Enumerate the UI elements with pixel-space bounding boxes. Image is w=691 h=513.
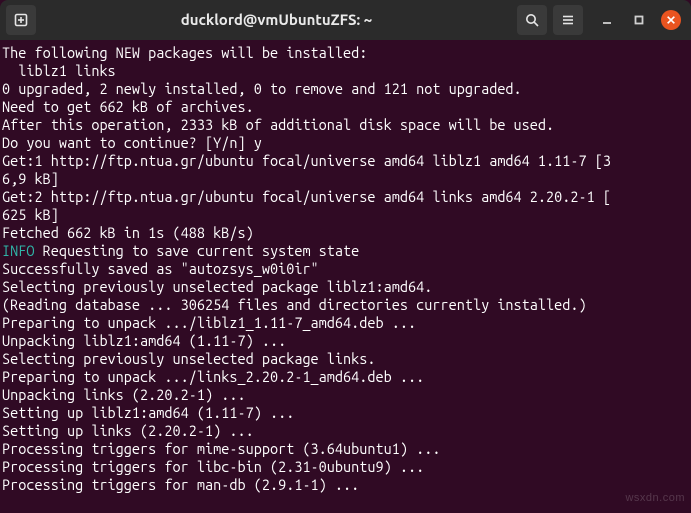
terminal-text: 625 kB] bbox=[2, 206, 59, 223]
terminal-text: The following NEW packages will be insta… bbox=[2, 44, 367, 61]
terminal-text: Setting up liblz1:amd64 (1.11-7) ... bbox=[2, 404, 294, 421]
terminal-line: After this operation, 2333 kB of additio… bbox=[2, 116, 689, 134]
info-tag: INFO bbox=[2, 242, 34, 259]
terminal-text: Unpacking links (2.20.2-1) ... bbox=[2, 386, 246, 403]
terminal-text: 6,9 kB] bbox=[2, 170, 59, 187]
terminal-text: Processing triggers for man-db (2.9.1-1)… bbox=[2, 476, 359, 493]
window-controls bbox=[597, 10, 681, 30]
terminal-text: (Reading database ... 306254 files and d… bbox=[2, 296, 587, 313]
maximize-icon bbox=[633, 14, 645, 26]
terminal-line: Unpacking liblz1:amd64 (1.11-7) ... bbox=[2, 332, 689, 350]
terminal-text: Requesting to save current system state bbox=[34, 242, 359, 259]
terminal-line: Fetched 662 kB in 1s (488 kB/s) bbox=[2, 224, 689, 242]
search-icon bbox=[524, 12, 540, 28]
close-icon bbox=[666, 15, 676, 25]
menu-button[interactable] bbox=[553, 5, 583, 35]
new-tab-button[interactable] bbox=[6, 5, 36, 35]
terminal-line: Successfully saved as "autozsys_w0i0ir" bbox=[2, 260, 689, 278]
search-button[interactable] bbox=[517, 5, 547, 35]
terminal-text: liblz1 links bbox=[2, 62, 116, 79]
terminal-line: 0 upgraded, 2 newly installed, 0 to remo… bbox=[2, 80, 689, 98]
terminal-output[interactable]: The following NEW packages will be insta… bbox=[0, 40, 691, 498]
terminal-text: Preparing to unpack .../links_2.20.2-1_a… bbox=[2, 368, 424, 385]
maximize-button[interactable] bbox=[629, 10, 649, 30]
terminal-text: Unpacking liblz1:amd64 (1.11-7) ... bbox=[2, 332, 286, 349]
terminal-line: liblz1 links bbox=[2, 62, 689, 80]
terminal-text: Fetched 662 kB in 1s (488 kB/s) bbox=[2, 224, 254, 241]
terminal-text: Get:1 http://ftp.ntua.gr/ubuntu focal/un… bbox=[2, 152, 611, 169]
terminal-line: 625 kB] bbox=[2, 206, 689, 224]
terminal-line: Get:2 http://ftp.ntua.gr/ubuntu focal/un… bbox=[2, 188, 689, 206]
terminal-line: Unpacking links (2.20.2-1) ... bbox=[2, 386, 689, 404]
terminal-line: Selecting previously unselected package … bbox=[2, 278, 689, 296]
terminal-line: (Reading database ... 306254 files and d… bbox=[2, 296, 689, 314]
terminal-line: Preparing to unpack .../links_2.20.2-1_a… bbox=[2, 368, 689, 386]
terminal-text: Do you want to continue? [Y/n] y bbox=[2, 134, 262, 151]
new-tab-icon bbox=[13, 12, 29, 28]
terminal-text: 0 upgraded, 2 newly installed, 0 to remo… bbox=[2, 80, 522, 97]
terminal-line: INFO Requesting to save current system s… bbox=[2, 242, 689, 260]
terminal-line: Processing triggers for mime-support (3.… bbox=[2, 440, 689, 458]
terminal-text: Selecting previously unselected package … bbox=[2, 278, 432, 295]
terminal-line: Get:1 http://ftp.ntua.gr/ubuntu focal/un… bbox=[2, 152, 689, 170]
titlebar: ducklord@vmUbuntuZFS: ~ bbox=[0, 0, 691, 40]
minimize-button[interactable] bbox=[597, 10, 617, 30]
terminal-line: Setting up liblz1:amd64 (1.11-7) ... bbox=[2, 404, 689, 422]
terminal-text: Get:2 http://ftp.ntua.gr/ubuntu focal/un… bbox=[2, 188, 611, 205]
window-title: ducklord@vmUbuntuZFS: ~ bbox=[42, 11, 511, 29]
watermark: wsxdn.com bbox=[625, 489, 685, 507]
terminal-text: Successfully saved as "autozsys_w0i0ir" bbox=[2, 260, 319, 277]
minimize-icon bbox=[601, 14, 613, 26]
terminal-line: The following NEW packages will be insta… bbox=[2, 44, 689, 62]
terminal-text: Selecting previously unselected package … bbox=[2, 350, 376, 367]
close-button[interactable] bbox=[661, 10, 681, 30]
terminal-line: Selecting previously unselected package … bbox=[2, 350, 689, 368]
terminal-line: Preparing to unpack .../liblz1_1.11-7_am… bbox=[2, 314, 689, 332]
terminal-line: 6,9 kB] bbox=[2, 170, 689, 188]
terminal-text: Processing triggers for libc-bin (2.31-0… bbox=[2, 458, 424, 475]
terminal-text: Need to get 662 kB of archives. bbox=[2, 98, 254, 115]
terminal-text: After this operation, 2333 kB of additio… bbox=[2, 116, 554, 133]
hamburger-menu-icon bbox=[560, 12, 576, 28]
terminal-line: Processing triggers for libc-bin (2.31-0… bbox=[2, 458, 689, 476]
terminal-text: Setting up links (2.20.2-1) ... bbox=[2, 422, 254, 439]
terminal-line: Setting up links (2.20.2-1) ... bbox=[2, 422, 689, 440]
terminal-line: Need to get 662 kB of archives. bbox=[2, 98, 689, 116]
terminal-line: Processing triggers for man-db (2.9.1-1)… bbox=[2, 476, 689, 494]
terminal-line: Do you want to continue? [Y/n] y bbox=[2, 134, 689, 152]
terminal-text: Processing triggers for mime-support (3.… bbox=[2, 440, 440, 457]
terminal-text: Preparing to unpack .../liblz1_1.11-7_am… bbox=[2, 314, 416, 331]
